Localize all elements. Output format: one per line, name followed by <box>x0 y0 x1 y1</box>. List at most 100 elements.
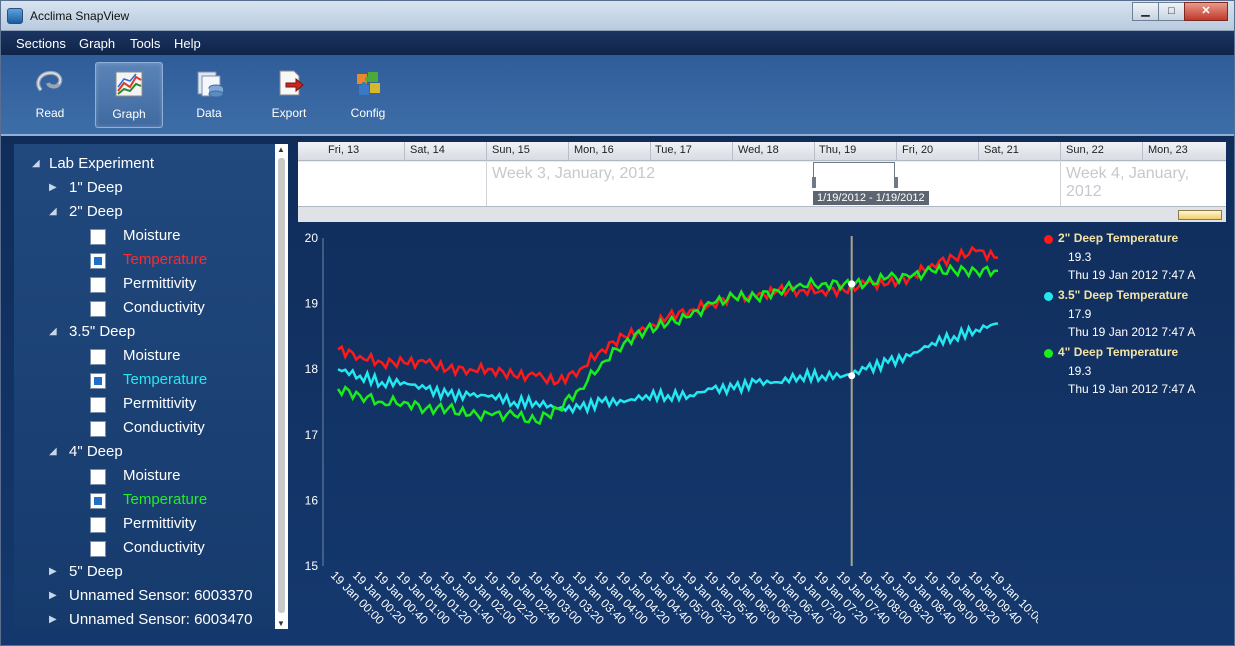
graph-button[interactable]: Graph <box>95 62 163 128</box>
expand-icon[interactable]: ▶ <box>49 566 57 577</box>
timeline-navigator[interactable]: Fri, 13 Sat, 14 Sun, 15 Mon, 16 Tue, 17 … <box>298 142 1226 222</box>
day-label[interactable]: Fri, 13 <box>328 144 359 156</box>
minimize-icon[interactable]: ▁ <box>1132 2 1159 21</box>
week-band: Week 3, January, 2012 Week 4, January, 2… <box>298 162 1226 206</box>
checkbox[interactable] <box>90 277 106 293</box>
day-label[interactable]: Mon, 23 <box>1148 144 1188 156</box>
scroll-up-icon[interactable]: ▲ <box>277 145 285 154</box>
day-divider <box>732 142 733 161</box>
export-label: Export <box>271 106 307 120</box>
day-label[interactable]: Sat, 21 <box>984 144 1019 156</box>
config-button[interactable]: Config <box>334 62 402 128</box>
config-icon <box>357 72 380 95</box>
chart-legend: 2" Deep Temperature 19.3 Thu 19 Jan 2012… <box>1042 230 1232 401</box>
export-icon <box>279 70 304 96</box>
legend-value: 19.3 <box>1068 250 1092 264</box>
checkbox[interactable] <box>90 349 106 365</box>
y-tick-label: 20 <box>305 231 319 245</box>
collapse-icon[interactable]: ◢ <box>49 206 57 217</box>
legend-timestamp: Thu 19 Jan 2012 7:47 A <box>1068 382 1196 396</box>
range-handle-right[interactable] <box>894 177 898 188</box>
legend-value: 19.3 <box>1068 364 1092 378</box>
checkbox[interactable] <box>90 517 106 533</box>
checkbox[interactable] <box>90 469 106 485</box>
checkbox[interactable] <box>90 373 106 389</box>
legend-dot <box>1044 349 1053 358</box>
day-divider <box>1142 142 1143 161</box>
day-label[interactable]: Sat, 14 <box>410 144 445 156</box>
range-label: 1/19/2012 - 1/19/2012 <box>813 191 929 205</box>
y-tick-label: 15 <box>305 559 319 573</box>
tree-leaf-label: Moisture <box>123 347 181 364</box>
collapse-icon[interactable]: ◢ <box>49 326 57 337</box>
data-button[interactable]: Data <box>175 62 243 128</box>
export-button[interactable]: Export <box>255 62 323 128</box>
collapse-icon[interactable]: ◢ <box>32 158 40 169</box>
data-icon <box>197 71 224 98</box>
checkbox[interactable] <box>90 493 106 509</box>
checkbox[interactable] <box>90 421 106 437</box>
day-label[interactable]: Sun, 15 <box>492 144 530 156</box>
tree-leaf-label: Moisture <box>123 227 181 244</box>
menu-sections[interactable]: Sections <box>16 36 66 51</box>
timeline-scrollbar[interactable] <box>298 206 1226 222</box>
checkbox[interactable] <box>90 229 106 245</box>
y-axis: 15 16 17 18 19 20 <box>305 231 319 573</box>
y-tick-label: 17 <box>305 428 319 442</box>
day-label[interactable]: Wed, 18 <box>738 144 779 156</box>
scroll-down-icon[interactable]: ▼ <box>277 619 285 628</box>
expand-icon[interactable]: ▶ <box>49 614 57 625</box>
tree-scrollbar[interactable]: ▲ ▼ <box>275 144 288 629</box>
graph-icon <box>115 71 143 97</box>
collapse-icon[interactable]: ◢ <box>49 446 57 457</box>
x-axis: 19 Jan 00:0019 Jan 00:2019 Jan 00:4019 J… <box>328 568 1038 627</box>
menu-tools[interactable]: Tools <box>130 36 160 51</box>
scroll-thumb[interactable] <box>278 158 285 613</box>
cursor-point <box>848 372 856 380</box>
tree-item-label: 5" Deep <box>69 563 123 580</box>
selection-range[interactable] <box>813 162 895 188</box>
window-title: Acclima SnapView <box>30 9 130 23</box>
read-button[interactable]: Read <box>16 62 84 128</box>
day-label[interactable]: Mon, 16 <box>574 144 614 156</box>
series-line[interactable] <box>337 245 999 386</box>
week-label: Week 3, January, 2012 <box>492 165 656 182</box>
range-handle-left[interactable] <box>812 177 816 188</box>
checkbox[interactable] <box>90 253 106 269</box>
week-label: Week 4, January, 2012 <box>1066 165 1190 200</box>
close-icon[interactable]: ✕ <box>1184 2 1228 21</box>
series-group <box>336 245 999 426</box>
legend-entry-4in[interactable]: 4" Deep Temperature 19.3 Thu 19 Jan 2012… <box>1042 344 1232 401</box>
checkbox[interactable] <box>90 541 106 557</box>
graph-label: Graph <box>112 107 146 121</box>
app-icon <box>7 8 23 24</box>
menu-graph[interactable]: Graph <box>79 36 115 51</box>
temperature-chart[interactable]: 15 16 17 18 19 20 19 Jan 00:0019 Jan 00:2019 … <box>298 226 1038 636</box>
expand-icon[interactable]: ▶ <box>49 182 57 193</box>
day-divider <box>486 142 487 161</box>
day-label[interactable]: Sun, 22 <box>1066 144 1104 156</box>
tree-item-label: 3.5" Deep <box>69 323 136 340</box>
y-tick-label: 18 <box>305 362 319 376</box>
expand-icon[interactable]: ▶ <box>49 590 57 601</box>
legend-entry-3-5in[interactable]: 3.5" Deep Temperature 17.9 Thu 19 Jan 20… <box>1042 287 1232 344</box>
day-strip: Fri, 13 Sat, 14 Sun, 15 Mon, 16 Tue, 17 … <box>298 142 1226 161</box>
window-controls: ▁ □ ✕ <box>1132 2 1228 21</box>
day-label[interactable]: Fri, 20 <box>902 144 933 156</box>
menu-help[interactable]: Help <box>174 36 201 51</box>
checkbox[interactable] <box>90 301 106 317</box>
legend-timestamp: Thu 19 Jan 2012 7:47 A <box>1068 268 1196 282</box>
data-label: Data <box>196 106 222 120</box>
day-divider <box>404 142 405 161</box>
series-line[interactable] <box>336 262 999 426</box>
day-label[interactable]: Thu, 19 <box>819 144 856 156</box>
checkbox[interactable] <box>90 397 106 413</box>
y-tick-label: 16 <box>305 493 319 507</box>
day-label[interactable]: Tue, 17 <box>655 144 692 156</box>
maximize-icon[interactable]: □ <box>1158 2 1185 21</box>
title-bar[interactable]: Acclima SnapView ▁ □ ✕ <box>1 1 1234 31</box>
legend-entry-2in[interactable]: 2" Deep Temperature 19.3 Thu 19 Jan 2012… <box>1042 230 1232 287</box>
tree-leaf-label: Permittivity <box>123 515 197 532</box>
timeline-scroll-thumb[interactable] <box>1178 210 1222 220</box>
legend-series-name: 3.5" Deep Temperature <box>1058 288 1189 302</box>
